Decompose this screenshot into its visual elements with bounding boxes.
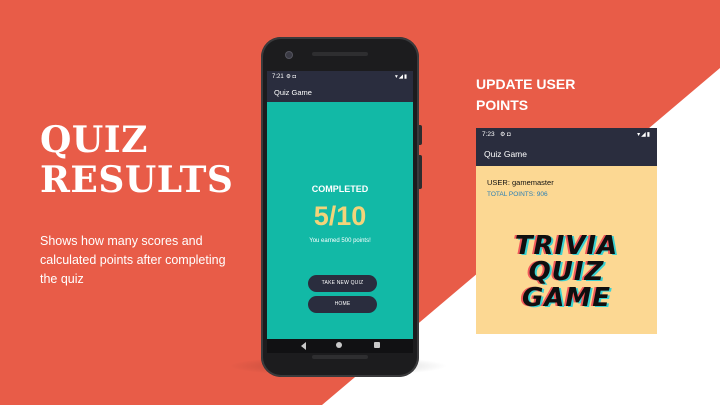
status-bar: 7:23 ⚙ ◘ ▾◢▮	[476, 128, 657, 142]
wifi-signal-battery-icons: ▾◢▮	[394, 74, 408, 80]
home-icon[interactable]	[336, 342, 342, 348]
app-bar: Quiz Game	[476, 142, 657, 166]
front-camera-icon	[286, 52, 292, 58]
phone-volume-button	[419, 155, 422, 189]
status-bar: 7:21 ⚙ ◘ ▾◢▮	[267, 71, 413, 83]
notification-icons: ⚙ ◘	[286, 74, 296, 80]
notification-icons: ⚙ ◘	[500, 132, 511, 138]
completed-label: COMPLETED	[311, 184, 369, 194]
phone-speaker	[312, 355, 368, 359]
quiz-result-screen: 7:21 ⚙ ◘ ▾◢▮ Quiz Game COMPLETED 5/10 Yo…	[267, 71, 413, 339]
app-bar: Quiz Game	[267, 83, 413, 102]
status-time: 7:21	[272, 74, 284, 80]
take-new-quiz-button[interactable]: TAKE NEW QUIZ	[308, 275, 377, 292]
logo-line-1: TRIVIA	[514, 231, 619, 261]
score-display: 5/10	[313, 201, 367, 231]
total-points-text: TOTAL POINTS: 906	[487, 191, 548, 198]
phone-earpiece	[312, 52, 368, 56]
app-title: Quiz Game	[484, 149, 527, 159]
slide-description: Shows how many scores and calculated poi…	[40, 234, 226, 286]
wifi-signal-battery-icons: ▾◢▮	[637, 132, 651, 138]
trivia-quiz-game-logo: TRIVIA QUIZ GAME	[476, 233, 657, 311]
slide-title-line-1: QUIZ	[40, 119, 148, 161]
phone-power-button	[419, 125, 422, 145]
status-time: 7:23	[482, 131, 495, 138]
phone-mockup: 7:21 ⚙ ◘ ▾◢▮ Quiz Game COMPLETED 5/10 Yo…	[261, 37, 422, 377]
slide-title-line-2: RESULTS	[40, 159, 234, 201]
points-earned-text: You earned 500 points!	[309, 238, 371, 244]
update-user-points-heading: UPDATE USER POINTS	[476, 76, 576, 113]
android-nav-bar	[267, 339, 413, 353]
logo-line-2: QUIZ	[528, 257, 605, 287]
home-button[interactable]: HOME	[308, 296, 377, 313]
logo-line-3: GAME	[521, 283, 612, 313]
user-points-screenshot: 7:23 ⚙ ◘ ▾◢▮ Quiz Game USER: gamemaster …	[476, 128, 657, 334]
recents-icon[interactable]	[374, 342, 380, 348]
back-icon[interactable]	[301, 342, 306, 350]
app-title: Quiz Game	[274, 88, 312, 97]
username-text: USER: gamemaster	[487, 178, 554, 187]
slide-title: QUIZ RESULTS	[40, 120, 233, 200]
